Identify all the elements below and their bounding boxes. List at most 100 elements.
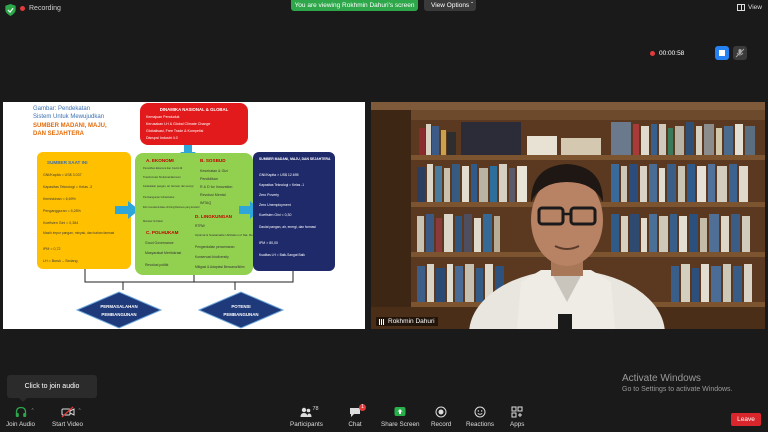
ekonomi-item: Transformasi Struktural Ekonomi xyxy=(143,175,181,179)
permasalahan-line-2: PEMBANGUNAN xyxy=(101,312,136,317)
target-item: Zero Poverty xyxy=(259,193,279,197)
sumber-item: LH = Buruk – Sedang xyxy=(43,259,77,263)
apps-label: Apps xyxy=(510,421,525,428)
potensi-line-1: POTENSI xyxy=(231,304,250,309)
participant-video-tile[interactable]: Rokhmin Dahuri xyxy=(371,102,765,329)
chat-button[interactable]: 1 Chat xyxy=(348,404,366,428)
lingkungan-item: Mitigasi & Adaptasi Bencana/Iklim xyxy=(195,265,245,269)
viewing-banner: You are viewing Rokhmin Dahuri's screen xyxy=(291,0,418,11)
chevron-up-icon[interactable]: ⌃ xyxy=(31,408,35,414)
target-item: Kualitas LH = Baik-Sangat Baik xyxy=(259,253,305,257)
start-video-label: Start Video xyxy=(52,421,84,428)
recording-label: Recording xyxy=(29,5,61,12)
lingkungan-item: RTRW xyxy=(195,224,206,228)
join-audio-tooltip: Click to join audio xyxy=(7,375,97,402)
activate-windows-subtitle: Go to Settings to activate Windows. xyxy=(622,386,733,393)
permasalahan-line-1: PERMASALAHAN xyxy=(100,304,137,309)
sumber-item: Pengangguran = 5,28% xyxy=(43,209,82,213)
video-background xyxy=(371,102,765,329)
top-bar: Recording You are viewing Rokhmin Dahuri… xyxy=(0,0,768,20)
participants-count: 78 xyxy=(312,406,319,412)
polhukam-title: C. POLHUKAM xyxy=(146,230,179,235)
ekonomi-item: Moneter & Fiskal xyxy=(143,219,163,223)
target-item: IPM > 80,00 xyxy=(259,241,278,245)
sosbud-item: IMTAQ xyxy=(200,201,211,205)
sumber-item: Kemiskinan = 6,69% xyxy=(43,197,77,201)
center-box: A. EKONOMI Pemulihan Ekonomi dan Covid-1… xyxy=(135,153,255,275)
meeting-toolbar: ⌃ Join Audio ⌃ Start Video 78 Participan… xyxy=(0,404,768,432)
dinamika-item: Kerusakan LH & Global Climate Change xyxy=(146,122,210,126)
lingkungan-item: Pengendalian pencemaran xyxy=(195,245,235,249)
recording-dot-icon xyxy=(650,50,655,56)
share-screen-label: Share Screen xyxy=(381,421,420,428)
ekonomi-title: A. EKONOMI xyxy=(146,158,174,163)
dinamika-title: DINAMIKA NASIONAL & GLOBAL xyxy=(160,107,229,112)
recording-timer-bar: 00:00:58 xyxy=(646,46,747,60)
chat-icon: 1 xyxy=(348,404,366,418)
lingkungan-item: Optimal & Sustainable Utilization of Nat… xyxy=(195,233,255,237)
slide-title-line-1: Gambar: Pendekatan xyxy=(33,106,90,112)
shared-screen-slide: Gambar: Pendekatan Sistem Untuk Mewujudk… xyxy=(3,102,365,329)
mic-off-icon xyxy=(735,48,745,58)
slide-title-highlight-1: SUMBER MADANI, MAJU, xyxy=(33,123,107,129)
sosbud-item: R & D for Innovation xyxy=(200,185,232,189)
chevron-up-icon[interactable]: ⌃ xyxy=(78,408,82,414)
sumber-item: GNI/Kapita = US$ 3.037 xyxy=(43,173,82,177)
view-options-button[interactable]: View Options ˇ xyxy=(424,0,476,11)
record-icon xyxy=(434,406,448,418)
polhukam-item: Good Governance xyxy=(145,241,174,245)
target-item: Kapasitas Teknologi = Kelas -1 xyxy=(259,183,304,187)
signal-icon xyxy=(379,318,385,325)
headphones-icon: ⌃ xyxy=(14,406,35,418)
smiley-icon xyxy=(473,406,487,418)
join-audio-button[interactable]: ⌃ Join Audio xyxy=(6,406,35,428)
potensi-diamond: POTENSI PEMBANGUNAN xyxy=(197,291,285,329)
share-screen-button[interactable]: Share Screen xyxy=(381,406,420,428)
sumber-saat-ini-title: SUMBER SAAT INI xyxy=(47,160,88,165)
grid-icon xyxy=(737,4,746,11)
reactions-button[interactable]: Reactions xyxy=(466,406,494,428)
stop-recording-button[interactable] xyxy=(715,46,729,60)
record-button[interactable]: Record xyxy=(431,406,451,428)
sumber-item: Koefisien Gini = 0,384 xyxy=(43,221,78,225)
polhukam-item: Masyarakat Meritokrasi xyxy=(145,251,181,255)
reactions-label: Reactions xyxy=(466,421,495,428)
lingkungan-item: Konservasi biodiversity xyxy=(195,255,229,259)
recording-dot-icon xyxy=(20,6,25,11)
target-item: Daulat pangan, air, energi, dan farmasi xyxy=(259,225,316,229)
apps-icon xyxy=(510,406,524,418)
target-item: Koefisien Gini < 0,30 xyxy=(259,213,291,217)
dinamika-item: Disrupsi Industri 4.0 xyxy=(146,136,178,140)
participant-name-label: Rokhmin Dahuri xyxy=(376,317,438,326)
video-off-icon: ⌃ xyxy=(61,406,82,418)
dinamika-item: Kemajuan Penduduk xyxy=(146,115,180,119)
recording-timer: 00:00:58 xyxy=(659,49,685,57)
shield-icon[interactable] xyxy=(5,4,16,16)
sumber-item: Kapasitas Teknologi = Kelas -3 xyxy=(43,185,92,189)
recording-indicator: Recording xyxy=(20,5,61,12)
lingkungan-title: D. LINGKUNGAN xyxy=(195,214,233,219)
participants-icon: 78 xyxy=(299,406,319,418)
join-audio-label: Join Audio xyxy=(6,421,36,428)
start-video-button[interactable]: ⌃ Start Video xyxy=(52,406,83,428)
record-label: Record xyxy=(431,421,452,428)
dinamika-item: Globalisasi, Free Trade & Kompetisi xyxy=(146,129,204,133)
sumber-target-title: SUMBER MADANI, MAJU, DAN SEJAHTERA xyxy=(259,157,331,161)
slide-title-line-2: Sistem Untuk Mewujudkan xyxy=(33,114,104,120)
polhukam-item: Revolusi politik xyxy=(145,263,169,267)
permasalahan-diamond: PERMASALAHAN PEMBANGUNAN xyxy=(75,291,163,329)
sosbud-item: Revolusi Mental xyxy=(200,193,226,197)
share-screen-icon xyxy=(393,406,407,418)
sumber-target-box: SUMBER MADANI, MAJU, DAN SEJAHTERA GNI/K… xyxy=(253,152,335,271)
leave-button[interactable]: Leave xyxy=(731,413,761,426)
sumber-item: IPM = 0,72 xyxy=(43,247,60,251)
mute-icon-button[interactable] xyxy=(733,46,747,60)
participants-button[interactable]: 78 Participants xyxy=(290,406,323,428)
sosbud-title: B. SOSBUD xyxy=(200,158,226,163)
target-item: GNI/Kapita > US$ 12.695 xyxy=(259,173,299,177)
apps-button[interactable]: Apps xyxy=(510,406,524,428)
chat-badge: 1 xyxy=(359,404,366,411)
view-button[interactable]: View xyxy=(737,4,762,11)
sumber-item: Masih impor pangan, minyak, dan bahan fa… xyxy=(43,231,115,235)
ekonomi-item: Kedaulatan pangan, air, farmasi, dan ene… xyxy=(143,184,194,188)
